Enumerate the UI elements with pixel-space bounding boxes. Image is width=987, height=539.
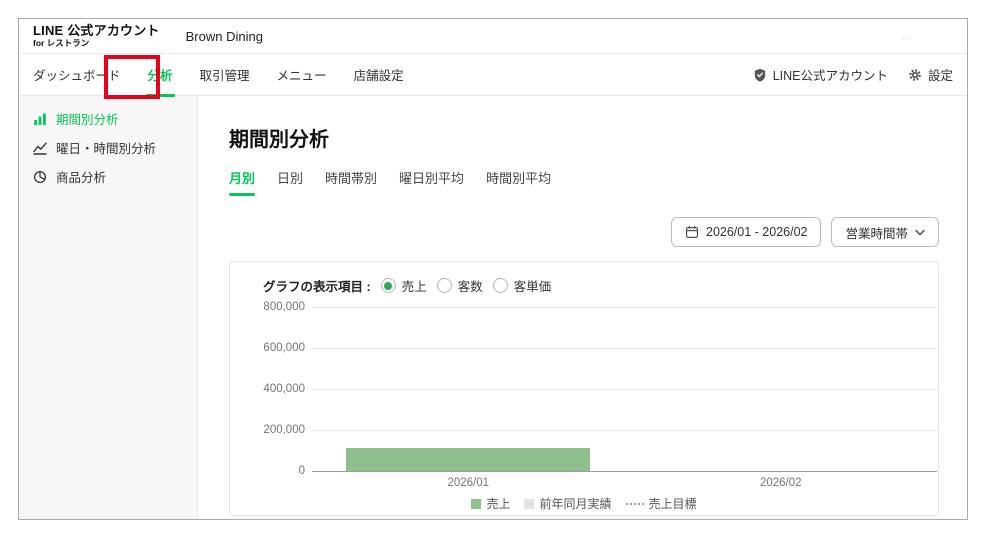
legend-square-swatch: [524, 498, 535, 509]
tab-0[interactable]: 月別: [229, 168, 256, 196]
legend-item-売上: 売上: [471, 495, 510, 512]
global-nav: ダッシュボード 分析 取引管理 メニュー 店舗設定 LINE公式アカウント 設定: [19, 52, 967, 99]
gear-icon: [908, 68, 922, 82]
nav-item-label: 取引管理: [199, 69, 250, 83]
main-content: 期間別分析 月別 日別 時間帯別 曜日別平均 時間別平均 2026/01 - 2026/…: [198, 96, 967, 519]
nav-item-label: ダッシュボード: [33, 69, 121, 83]
nav-item-2[interactable]: 取引管理: [200, 52, 250, 97]
nav-item-0[interactable]: ダッシュボード: [33, 52, 121, 97]
y-tick-label: 600,000: [263, 342, 305, 354]
sidebar: 期間別分析曜日・時間別分析 商品分析: [19, 96, 198, 519]
sidebar-item-label: 商品分析: [56, 171, 107, 185]
tab-label: 曜日別平均: [399, 171, 465, 186]
x-axis-line: [312, 471, 937, 472]
gridline: [312, 307, 937, 308]
legend-label: 前年同月実績: [539, 497, 612, 511]
tab-label: 月別: [229, 171, 256, 186]
bar-chart-icon: [33, 112, 47, 126]
logo-subtitle: for レストラン: [33, 38, 90, 49]
tab-3[interactable]: 曜日別平均: [399, 168, 464, 196]
nav-item-4[interactable]: 店舗設定: [354, 52, 404, 97]
nav-right-item-1[interactable]: 設定: [908, 65, 953, 84]
sidebar-item-0[interactable]: 期間別分析: [19, 104, 197, 133]
date-range-label: 2026/01 - 2026/02: [706, 225, 808, 239]
calendar-icon: [685, 225, 699, 239]
nav-item-label: メニュー: [276, 69, 327, 83]
nav-item-1[interactable]: 分析: [145, 52, 175, 97]
legend-square-swatch: [471, 498, 482, 509]
nav-right-item-label: LINE公式アカウント: [772, 69, 888, 83]
pie-chart-icon: [33, 170, 47, 184]
nav-item-label: 店舗設定: [353, 69, 404, 83]
header-bar: LINE 公式アカウント for レストラン Brown Dining …: [19, 19, 967, 54]
y-tick-label: 400,000: [263, 383, 305, 395]
tab-label: 時間別平均: [486, 171, 552, 186]
account-name: Brown Dining: [185, 28, 263, 44]
legend-item-売上目標: 売上目標: [625, 495, 697, 512]
chart-legend: 売上 前年同月実績 売上目標: [230, 495, 938, 512]
active-tab-underline: [229, 193, 256, 196]
x-tick-label: 2026/02: [759, 477, 802, 489]
gridline: [312, 348, 937, 349]
nav-item-label: 分析: [147, 69, 173, 83]
legend-item-前年同月実績: 前年同月実績: [524, 495, 612, 512]
tab-label: 日別: [277, 171, 304, 186]
sales-bar-chart: 0 200,000 400,000 600,000 800,000 2026/01 2026…: [230, 262, 938, 515]
active-nav-underline: [145, 94, 175, 97]
nav-right-item-0[interactable]: LINE公式アカウント: [753, 65, 888, 84]
line-chart-icon: [33, 141, 47, 155]
gridline: [312, 430, 937, 431]
legend-label: 売上: [486, 497, 511, 511]
bar-売上-2026/01[interactable]: [346, 448, 591, 471]
logo-title: LINE 公式アカウント: [33, 23, 160, 39]
page-title: 期間別分析: [229, 129, 329, 151]
tab-2[interactable]: 時間帯別: [325, 168, 377, 196]
y-tick-label: 200,000: [263, 424, 305, 436]
business-hours-dropdown[interactable]: 営業時間帯: [831, 217, 939, 247]
app-window: LINE 公式アカウント for レストラン Brown Dining … ダッ…: [18, 18, 968, 520]
y-tick-label: 0: [298, 465, 305, 477]
sidebar-item-label: 期間別分析: [56, 113, 119, 127]
business-hours-label: 営業時間帯: [845, 226, 908, 241]
legend-dotted-line-swatch: [625, 502, 644, 505]
legend-label: 売上目標: [648, 497, 697, 511]
nav-items: ダッシュボード 分析 取引管理 メニュー 店舗設定: [33, 52, 404, 97]
nav-right-items: LINE公式アカウント 設定: [753, 65, 953, 84]
header-ellipsis-icon: …: [901, 30, 913, 42]
x-tick-label: 2026/01: [447, 477, 490, 489]
analysis-tabs: 月別 日別 時間帯別 曜日別平均 時間別平均: [229, 168, 551, 196]
sidebar-item-1[interactable]: 曜日・時間別分析: [19, 133, 197, 162]
y-tick-label: 800,000: [263, 301, 305, 313]
chevron-down-icon: [915, 229, 925, 236]
tab-1[interactable]: 日別: [277, 168, 303, 196]
sidebar-item-2[interactable]: 商品分析: [19, 162, 197, 191]
nav-item-3[interactable]: メニュー: [277, 52, 327, 97]
tab-label: 時間帯別: [325, 171, 378, 186]
shield-icon: [753, 68, 767, 82]
tab-4[interactable]: 時間別平均: [486, 168, 551, 196]
gridline: [312, 389, 937, 390]
chart-panel: グラフの表示項目 : 売上 客数 客単価 0 200,000 400,000 600,00…: [229, 261, 939, 516]
date-range-button[interactable]: 2026/01 - 2026/02: [671, 217, 822, 247]
sidebar-item-label: 曜日・時間別分析: [56, 142, 157, 156]
toolbar: 2026/01 - 2026/02 営業時間帯: [671, 217, 939, 247]
nav-right-item-label: 設定: [927, 69, 953, 83]
app-logo[interactable]: LINE 公式アカウント for レストラン: [33, 24, 160, 48]
